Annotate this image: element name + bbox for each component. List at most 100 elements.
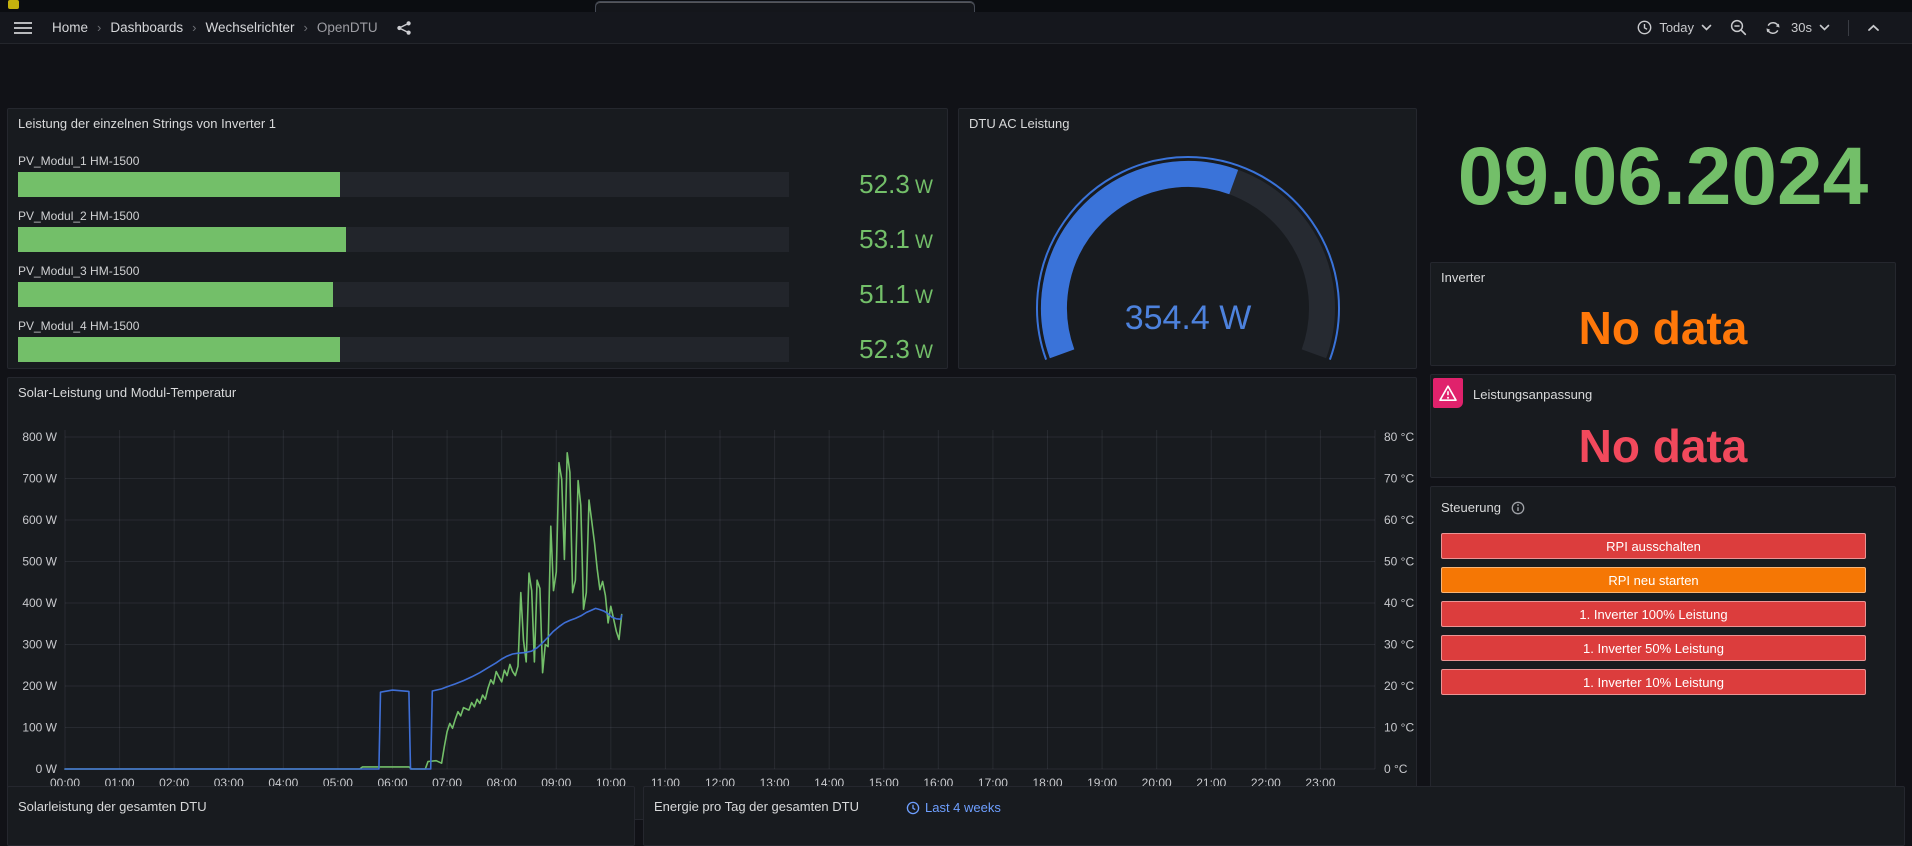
breadcrumb-separator: › bbox=[192, 20, 196, 35]
time-range-label: Today bbox=[1659, 20, 1694, 35]
bar-value: 53.1 W bbox=[753, 224, 933, 255]
timeseries-chart[interactable]: 0 W0 °C100 W10 °C200 W20 °C300 W30 °C400… bbox=[8, 378, 1416, 819]
bar-value-number: 53.1 bbox=[859, 224, 910, 254]
bar-value: 51.1 W bbox=[753, 279, 933, 310]
panel-energie-bottom[interactable]: Energie pro Tag der gesamten DTU Last 4 … bbox=[643, 786, 1905, 846]
svg-text:700 W: 700 W bbox=[22, 472, 57, 486]
ac-power-gauge: 354.4 W bbox=[1033, 151, 1343, 366]
navbar: Home › Dashboards › Wechselrichter › OpenDTU T… bbox=[0, 12, 1912, 44]
svg-text:200 W: 200 W bbox=[22, 679, 57, 693]
svg-text:0 W: 0 W bbox=[36, 762, 58, 776]
inverter-no-data-value: No data bbox=[1431, 301, 1895, 355]
panel-ac-gauge[interactable]: DTU AC Leistung 354.4 W bbox=[958, 108, 1417, 369]
panel-steuerung-title-row: Steuerung bbox=[1441, 500, 1525, 515]
chevron-down-icon bbox=[1701, 23, 1712, 32]
refresh-interval-dropdown[interactable]: 30s bbox=[1791, 20, 1830, 35]
browser-tab[interactable] bbox=[595, 1, 975, 12]
panel-steuerung-title: Steuerung bbox=[1441, 500, 1501, 515]
panel-date[interactable]: 09.06.2024 bbox=[1430, 102, 1896, 252]
panel-solarleistung-bottom[interactable]: Solarleistung der gesamten DTU bbox=[7, 786, 635, 846]
bar-gauge-fill bbox=[18, 337, 340, 362]
svg-text:10 °C: 10 °C bbox=[1384, 721, 1414, 735]
refresh-icon bbox=[1765, 20, 1781, 36]
breadcrumb-item-wechselrichter[interactable]: Wechselrichter bbox=[206, 20, 295, 35]
bar-gauge bbox=[18, 282, 789, 307]
bar-value-unit: W bbox=[910, 342, 933, 363]
share-icon[interactable] bbox=[392, 16, 416, 40]
bar-gauge-fill bbox=[18, 227, 346, 252]
bar-value-number: 51.1 bbox=[859, 279, 910, 309]
panel-leistungsanpassung[interactable]: Leistungsanpassung No data bbox=[1430, 374, 1896, 478]
collapse-topbar-button[interactable] bbox=[1867, 23, 1880, 33]
svg-text:70 °C: 70 °C bbox=[1384, 472, 1414, 486]
navbar-divider bbox=[1848, 20, 1849, 36]
svg-text:400 W: 400 W bbox=[22, 596, 57, 610]
chevron-up-icon bbox=[1867, 23, 1880, 33]
panel-timeseries[interactable]: Solar-Leistung und Modul-Temperatur 0 W0… bbox=[7, 377, 1417, 820]
svg-text:500 W: 500 W bbox=[22, 555, 57, 569]
time-shift-label: Last 4 weeks bbox=[925, 800, 1001, 815]
svg-text:50 °C: 50 °C bbox=[1384, 555, 1414, 569]
browser-top-strip bbox=[0, 0, 1912, 12]
panel-steuerung[interactable]: Steuerung RPI ausschalten RPI neu starten… bbox=[1430, 486, 1896, 816]
bar-gauge-fill bbox=[18, 172, 340, 197]
refresh-interval-label: 30s bbox=[1791, 20, 1812, 35]
dashboard-canvas: Leistung der einzelnen Strings von Inver… bbox=[0, 44, 1912, 826]
bar-value-unit: W bbox=[910, 287, 933, 308]
panel-inverter-title: Inverter bbox=[1441, 270, 1485, 285]
panel-ac-gauge-title: DTU AC Leistung bbox=[969, 116, 1069, 131]
svg-text:300 W: 300 W bbox=[22, 638, 57, 652]
bar-label: PV_Modul_1 HM-1500 bbox=[18, 154, 139, 168]
svg-text:60 °C: 60 °C bbox=[1384, 513, 1414, 527]
svg-text:80 °C: 80 °C bbox=[1384, 430, 1414, 444]
control-button-5[interactable]: 1. Inverter 10% Leistung bbox=[1441, 669, 1866, 695]
bar-value-unit: W bbox=[910, 177, 933, 198]
breadcrumb: Home › Dashboards › Wechselrichter › OpenDTU bbox=[48, 20, 382, 35]
svg-text:354.4 W: 354.4 W bbox=[1125, 299, 1252, 337]
control-button-2[interactable]: RPI neu starten bbox=[1441, 567, 1866, 593]
panel-leistungsanpassung-title: Leistungsanpassung bbox=[1473, 387, 1592, 402]
browser-favicon-icon bbox=[8, 0, 19, 9]
control-button-3[interactable]: 1. Inverter 100% Leistung bbox=[1441, 601, 1866, 627]
breadcrumb-separator: › bbox=[304, 20, 308, 35]
bar-value-number: 52.3 bbox=[859, 169, 910, 199]
panel-strings[interactable]: Leistung der einzelnen Strings von Inver… bbox=[7, 108, 948, 369]
refresh-button[interactable] bbox=[1765, 20, 1781, 36]
chevron-down-icon bbox=[1819, 23, 1830, 32]
clock-icon bbox=[906, 801, 920, 815]
control-button-4[interactable]: 1. Inverter 50% Leistung bbox=[1441, 635, 1866, 661]
clock-icon bbox=[1637, 20, 1652, 35]
svg-text:600 W: 600 W bbox=[22, 513, 57, 527]
svg-text:0 °C: 0 °C bbox=[1384, 762, 1408, 776]
menu-toggle-icon[interactable] bbox=[10, 16, 36, 40]
breadcrumb-item-dashboards[interactable]: Dashboards bbox=[110, 20, 183, 35]
svg-text:800 W: 800 W bbox=[22, 430, 57, 444]
panel-energie-bottom-title: Energie pro Tag der gesamten DTU bbox=[654, 799, 859, 814]
svg-text:40 °C: 40 °C bbox=[1384, 596, 1414, 610]
bar-gauge-fill bbox=[18, 282, 333, 307]
zoom-out-icon bbox=[1730, 19, 1747, 36]
panel-solarleistung-bottom-title: Solarleistung der gesamten DTU bbox=[18, 799, 207, 814]
zoom-out-button[interactable] bbox=[1730, 19, 1747, 36]
panel-alert-icon[interactable] bbox=[1433, 378, 1463, 408]
bar-value-number: 52.3 bbox=[859, 334, 910, 364]
breadcrumb-item-opendtu[interactable]: OpenDTU bbox=[317, 20, 378, 35]
bar-label: PV_Modul_3 HM-1500 bbox=[18, 264, 139, 278]
info-icon[interactable] bbox=[1511, 501, 1525, 515]
bar-label: PV_Modul_4 HM-1500 bbox=[18, 319, 139, 333]
bar-label: PV_Modul_2 HM-1500 bbox=[18, 209, 139, 223]
svg-text:20 °C: 20 °C bbox=[1384, 679, 1414, 693]
control-button-1[interactable]: RPI ausschalten bbox=[1441, 533, 1866, 559]
bar-gauge bbox=[18, 337, 789, 362]
breadcrumb-separator: › bbox=[97, 20, 101, 35]
svg-text:100 W: 100 W bbox=[22, 721, 57, 735]
leistungsanpassung-no-data-value: No data bbox=[1431, 419, 1895, 473]
bar-value: 52.3 W bbox=[753, 169, 933, 200]
panel-inverter[interactable]: Inverter No data bbox=[1430, 262, 1896, 366]
time-shift-link[interactable]: Last 4 weeks bbox=[906, 800, 1001, 815]
breadcrumb-item-home[interactable]: Home bbox=[52, 20, 88, 35]
time-range-picker[interactable]: Today bbox=[1637, 20, 1712, 35]
bar-value: 52.3 W bbox=[753, 334, 933, 365]
bar-gauge bbox=[18, 172, 789, 197]
bar-gauge bbox=[18, 227, 789, 252]
